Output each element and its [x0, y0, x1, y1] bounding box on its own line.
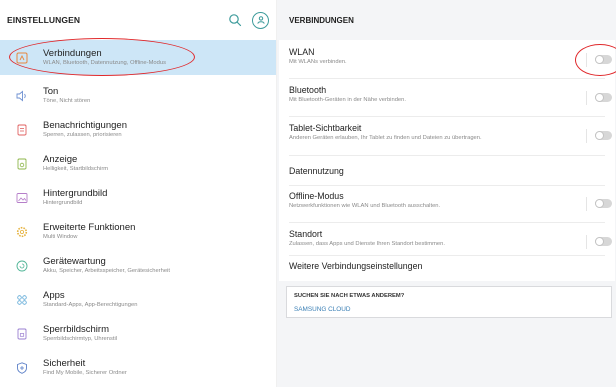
annotation-ellipse-verbindungen: [9, 38, 195, 76]
suggestion-card: SUCHEN SIE NACH ETWAS ANDEREM? SAMSUNG C…: [286, 286, 612, 318]
wallpaper-icon: [15, 191, 29, 205]
sidebar-item-erweiterte-funktionen[interactable]: Erweiterte Funktionen Multi Window: [0, 216, 276, 248]
row-title: Offline-Modus: [289, 191, 344, 201]
sidebar-item-sperrbildschirm[interactable]: Sperrbildschirm Sperrbildschirmtyp, Uhre…: [0, 318, 276, 350]
page-title: VERBINDUNGEN: [289, 16, 354, 25]
sidebar-item-subtitle: Standard-Apps, App-Berechtigungen: [43, 302, 138, 308]
sidebar-item-title: Erweiterte Funktionen: [43, 222, 136, 233]
sidebar-item-subtitle: Akku, Speicher, Arbeitsspeicher, Gerätes…: [43, 268, 170, 274]
speaker-icon: [15, 89, 29, 103]
connections-pane: VERBINDUNGEN WLAN Mit WLANs verbinden. B…: [277, 0, 616, 387]
suggestion-heading: SUCHEN SIE NACH ETWAS ANDEREM?: [294, 293, 405, 299]
row-bluetooth[interactable]: Bluetooth Mit Bluetooth-Geräten in der N…: [289, 85, 605, 104]
sidebar-item-subtitle: Find My Mobile, Sicherer Ordner: [43, 370, 127, 376]
sidebar-item-title: Gerätewartung: [43, 256, 106, 267]
sidebar-item-hintergrundbild[interactable]: Hintergrundbild Hintergrundbild: [0, 182, 276, 214]
gear-icon: [15, 225, 29, 239]
sidebar-title: EINSTELLUNGEN: [7, 15, 81, 25]
sidebar-item-subtitle: Hintergrundbild: [43, 200, 83, 206]
toggle-separator: [586, 197, 587, 211]
annotation-ellipse-wlan-toggle: [575, 44, 616, 76]
sidebar-item-benachrichtigungen[interactable]: Benachrichtigungen Sperren, zulassen, pr…: [0, 114, 276, 146]
sidebar-item-subtitle: Helligkeit, Startbildschirm: [43, 166, 109, 172]
sidebar-item-title: Sicherheit: [43, 358, 86, 369]
sidebar-item-ton[interactable]: Ton Töne, Nicht stören: [0, 80, 276, 112]
row-divider: [289, 78, 605, 79]
shield-icon: [15, 361, 29, 375]
row-subtitle: Netzwerkfunktionen wie WLAN und Bluetoot…: [289, 203, 441, 209]
row-wlan[interactable]: WLAN Mit WLANs verbinden.: [289, 47, 605, 66]
toggle-separator: [586, 91, 587, 105]
toggle-separator: [586, 235, 587, 249]
sidebar-item-apps[interactable]: Apps Standard-Apps, App-Berechtigungen: [0, 284, 276, 316]
search-icon[interactable]: [228, 13, 242, 27]
row-standort[interactable]: Standort Zulassen, dass Apps und Dienste…: [289, 229, 605, 248]
sidebar-item-title: Ton: [43, 86, 59, 97]
row-divider: [289, 155, 605, 156]
lock-icon: [15, 327, 29, 341]
row-datennutzung[interactable]: Datennutzung: [289, 166, 605, 177]
sidebar-item-title: Sperrbildschirm: [43, 324, 109, 335]
row-divider: [289, 222, 605, 223]
sidebar-item-sicherheit[interactable]: Sicherheit Find My Mobile, Sicherer Ordn…: [0, 352, 276, 384]
sidebar-header: EINSTELLUNGEN: [0, 0, 276, 40]
row-subtitle: Zulassen, dass Apps und Dienste Ihren St…: [289, 241, 445, 247]
sidebar-item-anzeige[interactable]: Anzeige Helligkeit, Startbildschirm: [0, 148, 276, 180]
sidebar-item-subtitle: Sperrbildschirmtyp, Uhrenstil: [43, 336, 118, 342]
sidebar-item-title: Anzeige: [43, 154, 78, 165]
row-subtitle: Anderen Geräten erlauben, Ihr Tablet zu …: [289, 135, 482, 141]
sidebar-item-geraetewartung[interactable]: Gerätewartung Akku, Speicher, Arbeitsspe…: [0, 250, 276, 282]
sidebar-item-subtitle: Sperren, zulassen, priorisieren: [43, 132, 122, 138]
row-divider: [289, 185, 605, 186]
sidebar-item-subtitle: Multi Window: [43, 234, 78, 240]
samsung-cloud-link[interactable]: SAMSUNG CLOUD: [294, 306, 350, 313]
row-offline-modus[interactable]: Offline-Modus Netzwerkfunktionen wie WLA…: [289, 191, 605, 210]
offline-mode-toggle[interactable]: [595, 198, 612, 208]
sidebar-item-subtitle: Töne, Nicht stören: [43, 98, 91, 104]
row-title: Weitere Verbindungseinstellungen: [289, 261, 423, 271]
bluetooth-toggle[interactable]: [595, 92, 612, 102]
sidebar-item-title: Benachrichtigungen: [43, 120, 127, 131]
row-subtitle: Mit Bluetooth-Geräten in der Nähe verbin…: [289, 97, 406, 103]
row-title: Tablet-Sichtbarkeit: [289, 123, 362, 133]
row-weitere-verbindungseinstellungen[interactable]: Weitere Verbindungseinstellungen: [289, 261, 605, 272]
row-subtitle: Mit WLANs verbinden.: [289, 59, 347, 65]
row-divider: [289, 255, 605, 256]
row-title: Datennutzung: [289, 166, 344, 176]
row-title: Standort: [289, 229, 323, 239]
maintenance-icon: [15, 259, 29, 273]
connections-list: WLAN Mit WLANs verbinden. Bluetooth Mit …: [279, 40, 615, 281]
row-title: WLAN: [289, 47, 315, 57]
row-divider: [289, 116, 605, 117]
tablet-visibility-toggle[interactable]: [595, 130, 612, 140]
toggle-separator: [586, 129, 587, 143]
account-icon[interactable]: [252, 11, 269, 29]
sidebar-item-title: Apps: [43, 290, 65, 301]
row-title: Bluetooth: [289, 85, 327, 95]
notifications-icon: [15, 123, 29, 137]
row-tablet-sichtbarkeit[interactable]: Tablet-Sichtbarkeit Anderen Geräten erla…: [289, 123, 605, 142]
display-icon: [15, 157, 29, 171]
sidebar-item-title: Hintergrundbild: [43, 188, 108, 199]
location-toggle[interactable]: [595, 236, 612, 246]
apps-icon: [15, 293, 29, 307]
